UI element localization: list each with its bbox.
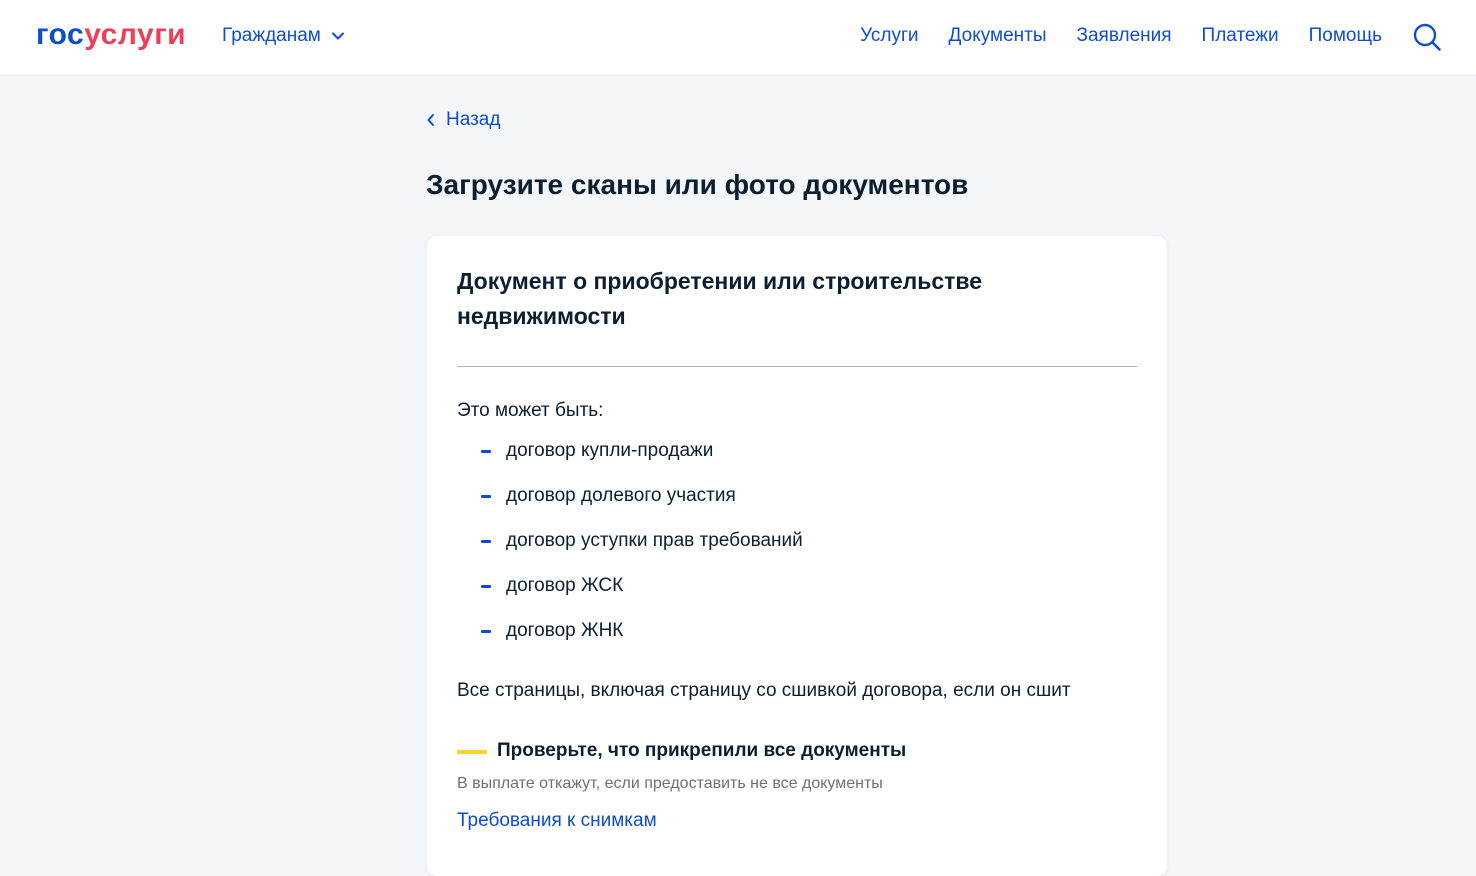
back-link-label: Назад [446,109,501,130]
main-nav: Услуги Документы Заявления Платежи Помощ… [860,22,1382,50]
nav-item-services[interactable]: Услуги [860,25,918,47]
dash-icon [481,629,491,633]
gosuslugi-logo[interactable]: госуслуги [36,17,186,53]
document-type-list: договор купли-продажи договор долевого у… [457,438,803,663]
list-item-text: договор долевого участия [506,485,736,506]
nav-item-payments[interactable]: Платежи [1202,25,1279,47]
back-link[interactable]: Назад [426,107,500,133]
photo-requirements-link[interactable]: Требования к снимкам [457,808,657,834]
nav-item-help[interactable]: Помощь [1309,25,1382,47]
card-title: Документ о приобретении или строительств… [457,268,983,329]
logo-part-uslugi: услуги [84,18,187,51]
dash-icon [481,494,491,498]
list-item: договор долевого участия [457,483,803,509]
list-item: договор уступки прав требований [457,528,803,554]
role-selector-label: Гражданам [222,25,321,46]
dash-icon [481,584,491,588]
logo-part-gos: гос [36,18,85,51]
list-item: договор ЖНК [457,618,803,644]
dash-icon [481,539,491,543]
card-intro: Это может быть: [457,400,604,421]
warning-marker-icon [457,750,487,754]
list-item-text: договор ЖСК [506,575,624,596]
search-icon [1413,23,1441,51]
warning-title: Проверьте, что прикрепили все документы [497,740,907,761]
list-item-text: договор уступки прав требований [506,530,803,551]
warning-text: В выплате откажут, если предоставить не … [457,775,883,792]
list-item: договор купли-продажи [457,438,803,464]
search-button[interactable] [1412,22,1442,52]
card-divider [457,366,1137,367]
role-selector[interactable]: Гражданам [222,22,345,50]
list-item-text: договор ЖНК [506,620,624,641]
chevron-down-icon [331,32,344,40]
nav-item-documents[interactable]: Документы [949,25,1047,47]
dash-icon [481,449,491,453]
site-header: госуслуги Гражданам Услуги Документы Зая… [0,0,1476,76]
chevron-left-icon [427,114,434,126]
nav-item-applications[interactable]: Заявления [1077,25,1172,47]
document-card: Документ о приобретении или строительств… [427,236,1167,876]
list-item-text: договор купли-продажи [506,440,714,461]
page-title: Загрузите сканы или фото документов [426,169,969,200]
list-item: договор ЖСК [457,573,803,599]
all-pages-note: Все страницы, включая страницу со сшивко… [457,680,1071,701]
